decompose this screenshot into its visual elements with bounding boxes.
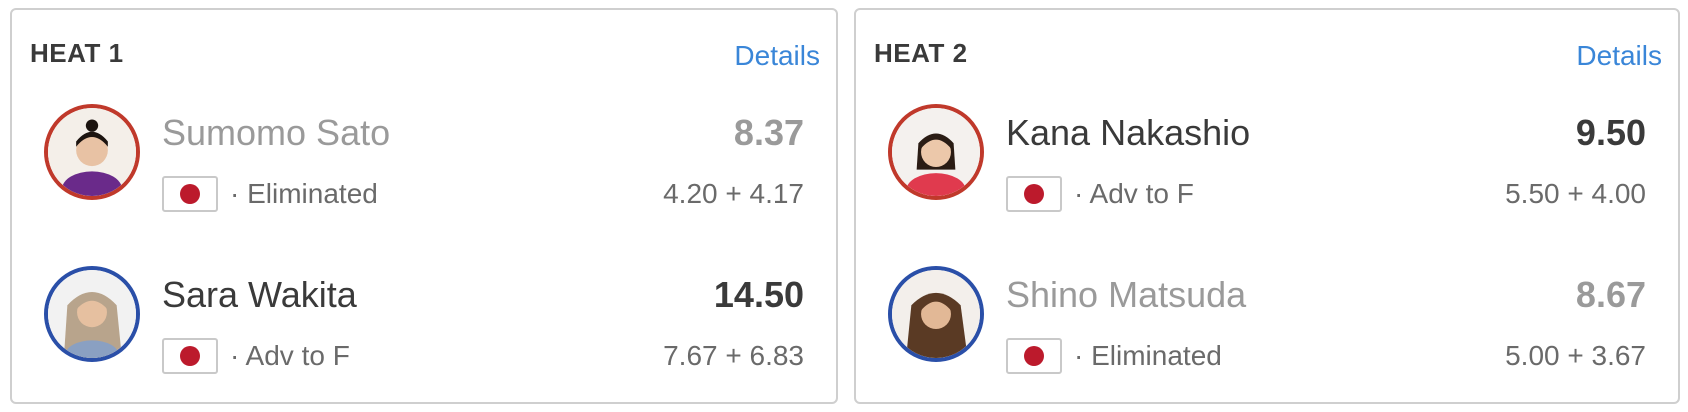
details-link[interactable]: Details: [734, 40, 820, 72]
heat-card-1: HEAT 1 Details Sumomo Sato · Eliminated …: [10, 8, 838, 404]
heat-title: HEAT 2: [874, 38, 968, 68]
athlete-row[interactable]: Sumomo Sato · Eliminated 8.37 4.20 + 4.1…: [12, 98, 836, 238]
heat-total-score: 8.37: [733, 112, 804, 153]
japan-flag-icon: [162, 176, 218, 212]
japan-flag-icon: [1006, 338, 1062, 374]
athlete-name: Kana Nakashio: [1006, 112, 1251, 153]
athlete-photo-icon: [48, 108, 136, 196]
heat-total-score: 9.50: [1575, 112, 1646, 153]
heat-card-2: HEAT 2 Details Kana Nakashio · Adv to F …: [854, 8, 1680, 404]
athlete-status: · Eliminated: [1074, 340, 1222, 371]
athlete-row[interactable]: Shino Matsuda · Eliminated 8.67 5.00 + 3…: [856, 260, 1678, 400]
athlete-photo-icon: [48, 270, 136, 358]
athlete-avatar: [888, 266, 984, 362]
athlete-row[interactable]: Sara Wakita · Adv to F 14.50 7.67 + 6.83: [12, 260, 836, 400]
athlete-status: · Adv to F: [1074, 178, 1194, 209]
heat-title: HEAT 1: [30, 38, 124, 68]
athlete-avatar: [44, 266, 140, 362]
wave-scores: 7.67 + 6.83: [663, 340, 804, 371]
wave-scores: 4.20 + 4.17: [663, 178, 804, 209]
athlete-name: Shino Matsuda: [1006, 274, 1247, 315]
details-link[interactable]: Details: [1576, 40, 1662, 72]
athlete-status: · Adv to F: [230, 340, 350, 371]
athlete-avatar: [888, 104, 984, 200]
athlete-avatar: [44, 104, 140, 200]
wave-scores: 5.50 + 4.00: [1505, 178, 1646, 209]
heats-container: HEAT 1 Details Sumomo Sato · Eliminated …: [0, 0, 1688, 412]
athlete-status: · Eliminated: [230, 178, 378, 209]
japan-flag-icon: [162, 338, 218, 374]
athlete-name: Sumomo Sato: [162, 112, 391, 153]
heat-total-score: 14.50: [713, 274, 804, 315]
athlete-name: Sara Wakita: [162, 274, 357, 315]
athlete-photo-icon: [892, 270, 980, 358]
athlete-photo-icon: [892, 108, 980, 196]
heat-total-score: 8.67: [1575, 274, 1646, 315]
japan-flag-icon: [1006, 176, 1062, 212]
athlete-row[interactable]: Kana Nakashio · Adv to F 9.50 5.50 + 4.0…: [856, 98, 1678, 238]
wave-scores: 5.00 + 3.67: [1505, 340, 1646, 371]
